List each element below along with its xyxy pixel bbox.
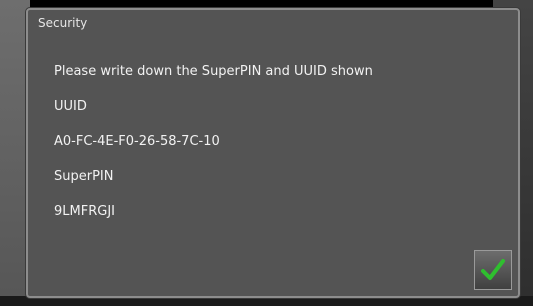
superpin-value: 9LMFRGJI <box>54 204 115 219</box>
superpin-label: SuperPIN <box>54 169 114 184</box>
uuid-label: UUID <box>54 99 87 114</box>
uuid-value: A0-FC-4E-F0-26-58-7C-10 <box>54 134 220 149</box>
dialog-title: Security <box>38 16 88 30</box>
confirm-button[interactable] <box>474 250 512 290</box>
checkmark-icon <box>481 259 505 280</box>
security-dialog: Security Please write down the SuperPIN … <box>26 8 520 298</box>
instruction-text: Please write down the SuperPIN and UUID … <box>54 64 373 79</box>
